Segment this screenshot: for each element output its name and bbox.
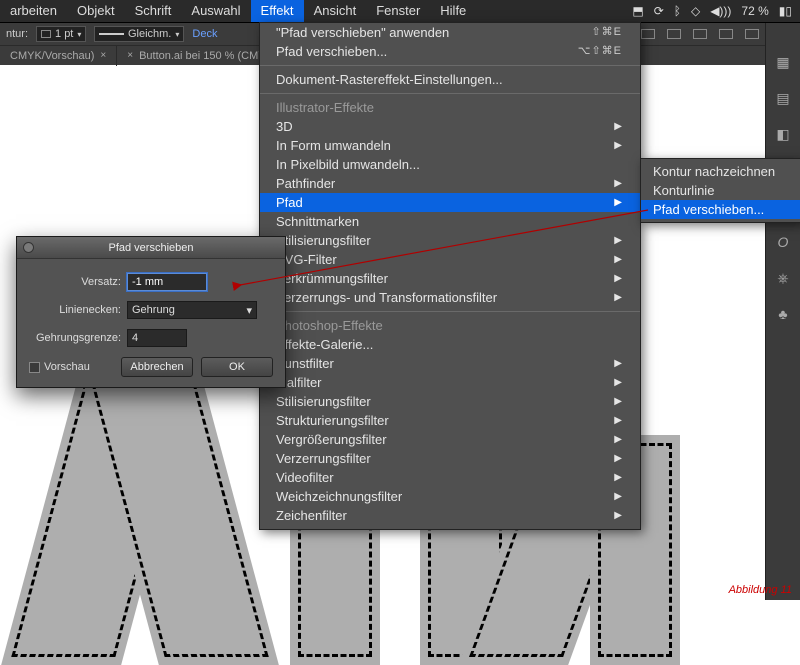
menu-apply-last[interactable]: "Pfad verschieben" anwenden⇧⌘E [260, 23, 640, 42]
panel-icon[interactable]: ♣ [774, 305, 792, 323]
panel-icon[interactable]: ⎈ [774, 269, 792, 287]
layout-icon[interactable] [693, 29, 707, 39]
menu-schnittmarken[interactable]: Schnittmarken [260, 212, 640, 231]
menu-pathfinder[interactable]: Pathfinder▶ [260, 174, 640, 193]
menu-ps-verzerrungsfilter[interactable]: Verzerrungsfilter▶ [260, 449, 640, 468]
vorschau-checkbox[interactable]: Vorschau [29, 361, 113, 373]
menu-in-form[interactable]: In Form umwandeln▶ [260, 136, 640, 155]
pfad-submenu: Kontur nachzeichnen Konturlinie Pfad ver… [640, 158, 800, 223]
effekt-dropdown: "Pfad verschieben" anwenden⇧⌘E Pfad vers… [259, 22, 641, 530]
layout-icon[interactable] [745, 29, 759, 39]
battery-icon: ▮▯ [779, 4, 792, 18]
layout-icon[interactable] [667, 29, 681, 39]
menu-stilisierungsfilter[interactable]: Stilisierungsfilter▶ [260, 231, 640, 250]
bluetooth-icon: ᛒ [674, 4, 681, 18]
gehrungsgrenze-label: Gehrungsgrenze: [29, 332, 127, 344]
chevron-down-icon: ▾ [246, 304, 252, 317]
menu-svg-filter[interactable]: SVG-Filter▶ [260, 250, 640, 269]
layout-icon[interactable] [719, 29, 733, 39]
toolbar-label-ntur: ntur: [6, 28, 28, 40]
menu-zeichenfilter[interactable]: Zeichenfilter▶ [260, 506, 640, 525]
vorschau-label: Vorschau [44, 361, 90, 373]
versatz-label: Versatz: [29, 276, 127, 288]
menu-videofilter[interactable]: Videofilter▶ [260, 468, 640, 487]
volume-icon: ◀))) [710, 4, 731, 18]
menu-vergroesserungsfilter[interactable]: Vergrößerungsfilter▶ [260, 430, 640, 449]
checkbox-icon [29, 362, 40, 373]
linienecken-select[interactable]: Gehrung▾ [127, 301, 257, 319]
menu-kunstfilter[interactable]: Kunstfilter▶ [260, 354, 640, 373]
menu-objekt[interactable]: Objekt [67, 0, 125, 22]
toolbar-label-deck: Deck [192, 28, 217, 40]
menubar-status: ⬒ ⟳ ᛒ ◇ ◀))) 72 % ▮▯ [632, 4, 800, 18]
menu-strukturierungsfilter[interactable]: Strukturierungsfilter▶ [260, 411, 640, 430]
menubar-left: arbeiten Objekt Schrift Auswahl Effekt A… [0, 0, 476, 22]
figure-caption: Abbildung 11 [729, 584, 792, 596]
versatz-input[interactable] [127, 273, 207, 291]
submenu-pfad-verschieben[interactable]: Pfad verschieben... [641, 200, 800, 219]
menu-doc-raster[interactable]: Dokument-Rastereffekt-Einstellungen... [260, 70, 640, 89]
panel-icon[interactable]: ▦ [774, 53, 792, 71]
close-icon[interactable]: × [127, 46, 133, 66]
menu-verkruemmungsfilter[interactable]: Verkrümmungsfilter▶ [260, 269, 640, 288]
panel-icon[interactable]: ◧ [774, 125, 792, 143]
menu-header-illustrator: Illustrator-Effekte [260, 98, 640, 117]
menu-hilfe[interactable]: Hilfe [430, 0, 476, 22]
dialog-title: Pfad verschieben [109, 242, 194, 254]
dockbar-top [635, 23, 765, 45]
menu-malfilter[interactable]: Malfilter▶ [260, 373, 640, 392]
dash-select[interactable]: Gleichm. ▾ [94, 26, 184, 42]
menu-in-pixelbild[interactable]: In Pixelbild umwandeln... [260, 155, 640, 174]
submenu-kontur-nachzeichnen[interactable]: Kontur nachzeichnen [641, 162, 800, 181]
menu-3d[interactable]: 3D▶ [260, 117, 640, 136]
sync-icon: ⟳ [654, 4, 664, 18]
layout-icon[interactable] [641, 29, 655, 39]
menu-weichzeichnungsfilter[interactable]: Weichzeichnungsfilter▶ [260, 487, 640, 506]
menu-ansicht[interactable]: Ansicht [304, 0, 367, 22]
battery-percent: 72 % [741, 4, 768, 18]
menu-verzerrungs-transformation[interactable]: Verzerrungs- und Transformationsfilter▶ [260, 288, 640, 307]
menu-pfad[interactable]: Pfad▶ [260, 193, 640, 212]
menu-repeat-last[interactable]: Pfad verschieben...⌥⇧⌘E [260, 42, 640, 61]
tab-doc-1[interactable]: CMYK/Vorschau)× [0, 46, 117, 66]
menu-auswahl[interactable]: Auswahl [181, 0, 250, 22]
menu-effekte-galerie[interactable]: Effekte-Galerie... [260, 335, 640, 354]
stroke-weight-select[interactable]: 1 pt ▾ [36, 26, 86, 42]
menu-schrift[interactable]: Schrift [125, 0, 182, 22]
traffic-light-icon[interactable] [23, 242, 34, 253]
menu-ps-stilisierungsfilter[interactable]: Stilisierungsfilter▶ [260, 392, 640, 411]
panel-icon[interactable]: ▤ [774, 89, 792, 107]
cancel-button[interactable]: Abbrechen [121, 357, 193, 377]
submenu-konturlinie[interactable]: Konturlinie [641, 181, 800, 200]
ok-button[interactable]: OK [201, 357, 273, 377]
panel-dock: ▦ ▤ ◧ A ¶ O ⎈ ♣ [765, 23, 800, 600]
gehrungsgrenze-input[interactable] [127, 329, 187, 347]
panel-icon[interactable]: O [774, 233, 792, 251]
wifi-icon: ◇ [691, 4, 700, 18]
close-icon[interactable]: × [100, 46, 106, 66]
dropbox-icon: ⬒ [632, 4, 643, 18]
menu-header-photoshop: Photoshop-Effekte [260, 316, 640, 335]
linienecken-label: Linienecken: [29, 304, 127, 316]
menu-fenster[interactable]: Fenster [366, 0, 430, 22]
pfad-verschieben-dialog: Pfad verschieben Versatz: Linienecken: G… [16, 236, 286, 388]
menu-arbeiten[interactable]: arbeiten [0, 0, 67, 22]
menu-effekt[interactable]: Effekt [251, 0, 304, 22]
dialog-titlebar[interactable]: Pfad verschieben [17, 237, 285, 259]
macos-menubar: arbeiten Objekt Schrift Auswahl Effekt A… [0, 0, 800, 22]
